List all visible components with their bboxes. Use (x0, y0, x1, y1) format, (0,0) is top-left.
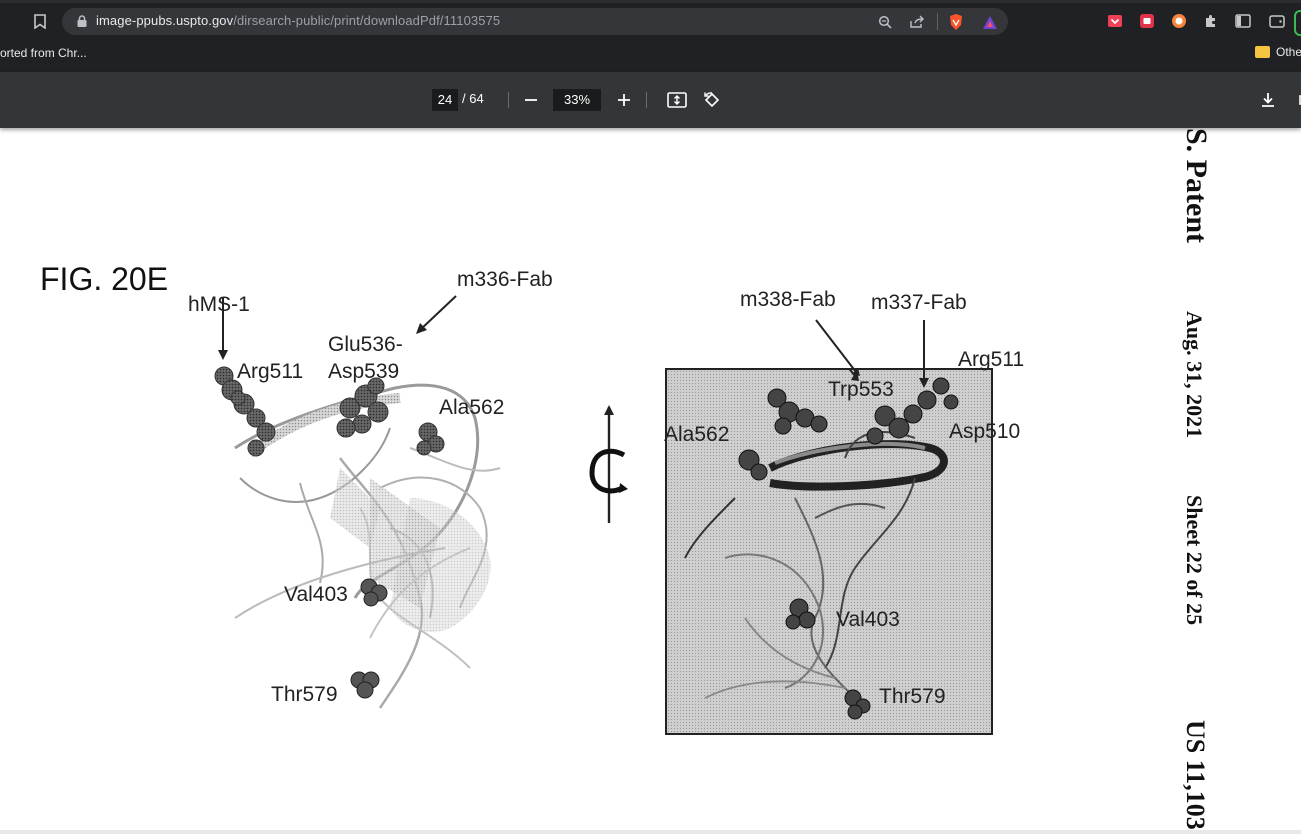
right-arrows (815, 319, 925, 378)
shield-extension-icon[interactable] (1137, 11, 1157, 31)
browser-toolbar: image-ppubs.uspto.gov/dirsearch-public/p… (0, 0, 1301, 42)
label-thr579-right: Thr579 (879, 685, 946, 708)
sidebar-icon[interactable] (1233, 11, 1253, 31)
tab-strip (0, 0, 1301, 3)
print-button[interactable] (1292, 88, 1301, 112)
label-val403-right: Val403 (836, 608, 900, 631)
pdf-page: FIG. 20E hMS-1 m336-Fab Glu536- Asp539 A… (0, 128, 1301, 834)
label-val403-left: Val403 (284, 583, 348, 606)
folder-icon (1255, 46, 1270, 58)
label-trp553: Trp553 (828, 378, 894, 401)
label-ala562-right: Ala562 (664, 423, 730, 446)
toolbar-divider (646, 92, 647, 108)
zoom-in-button[interactable] (612, 88, 636, 112)
zoom-input[interactable]: 33% (553, 89, 601, 111)
address-bar[interactable]: image-ppubs.uspto.gov/dirsearch-public/p… (62, 8, 1008, 35)
residue-val403-left (360, 578, 388, 607)
zoom-search-icon[interactable] (875, 12, 895, 32)
pocket-extension-icon[interactable] (1105, 11, 1125, 31)
label-m336-fab: m336-Fab (457, 268, 553, 291)
url-text: image-ppubs.uspto.gov/dirsearch-public/p… (96, 13, 500, 28)
fit-page-icon (667, 92, 687, 108)
label-ala562-left: Ala562 (439, 396, 505, 419)
label-m337-fab: m337-Fab (871, 291, 967, 314)
pdf-toolbar: 24 / 64 33% (0, 72, 1301, 128)
bookmark-other-label: Othe (1276, 45, 1301, 59)
plus-icon (618, 94, 630, 106)
label-hms1: hMS-1 (188, 293, 250, 316)
wallet-icon[interactable] (1267, 11, 1287, 31)
horizontal-scrollbar[interactable] (0, 830, 1301, 834)
label-thr579-left: Thr579 (271, 683, 338, 706)
bookmarks-bar: orted from Chr... Othe (0, 42, 1301, 73)
zoom-out-button[interactable] (519, 88, 543, 112)
profile-button[interactable] (1294, 10, 1301, 36)
orange-extension-icon[interactable] (1169, 11, 1189, 31)
bookmark-imported[interactable]: orted from Chr... (0, 46, 87, 60)
url-host: image-ppubs.uspto.gov (96, 13, 234, 28)
toolbar-divider (508, 92, 509, 108)
brave-shield-icon[interactable] (946, 12, 966, 32)
label-m338-fab: m338-Fab (740, 288, 836, 311)
page-number-input[interactable]: 24 (432, 89, 458, 111)
rotate-icon (704, 92, 720, 108)
figure-title: FIG. 20E (40, 261, 169, 297)
download-icon (1262, 93, 1274, 107)
minus-icon (525, 99, 537, 101)
page-total: / 64 (462, 91, 484, 106)
share-icon[interactable] (907, 12, 927, 32)
rotate-button[interactable] (700, 88, 724, 112)
margin-sheet: Sheet 22 of 25 (1182, 495, 1207, 626)
label-asp510: Asp510 (949, 420, 1021, 443)
label-arg511-right: Arg511 (958, 348, 1025, 371)
extensions-puzzle-icon[interactable] (1201, 11, 1221, 31)
rotation-arrow-icon (589, 405, 628, 523)
label-glu536: Glu536- (328, 333, 403, 356)
margin-patent: S. Patent (1180, 128, 1213, 243)
residue-thr579-left (350, 671, 380, 699)
brave-rewards-icon[interactable] (980, 12, 1000, 32)
lock-icon (75, 14, 89, 28)
download-button[interactable] (1256, 88, 1280, 112)
label-asp539: Asp539 (328, 360, 400, 383)
url-path: /dirsearch-public/print/downloadPdf/1110… (233, 13, 501, 28)
fit-page-button[interactable] (665, 88, 689, 112)
bookmark-other[interactable]: Othe (1255, 45, 1301, 59)
omnibox-divider (937, 13, 938, 30)
margin-date: Aug. 31, 2021 (1182, 311, 1207, 439)
bookmark-icon[interactable] (30, 11, 50, 31)
margin-patent-number: US 11,103 (1181, 720, 1210, 830)
label-arg511-left: Arg511 (237, 360, 304, 383)
